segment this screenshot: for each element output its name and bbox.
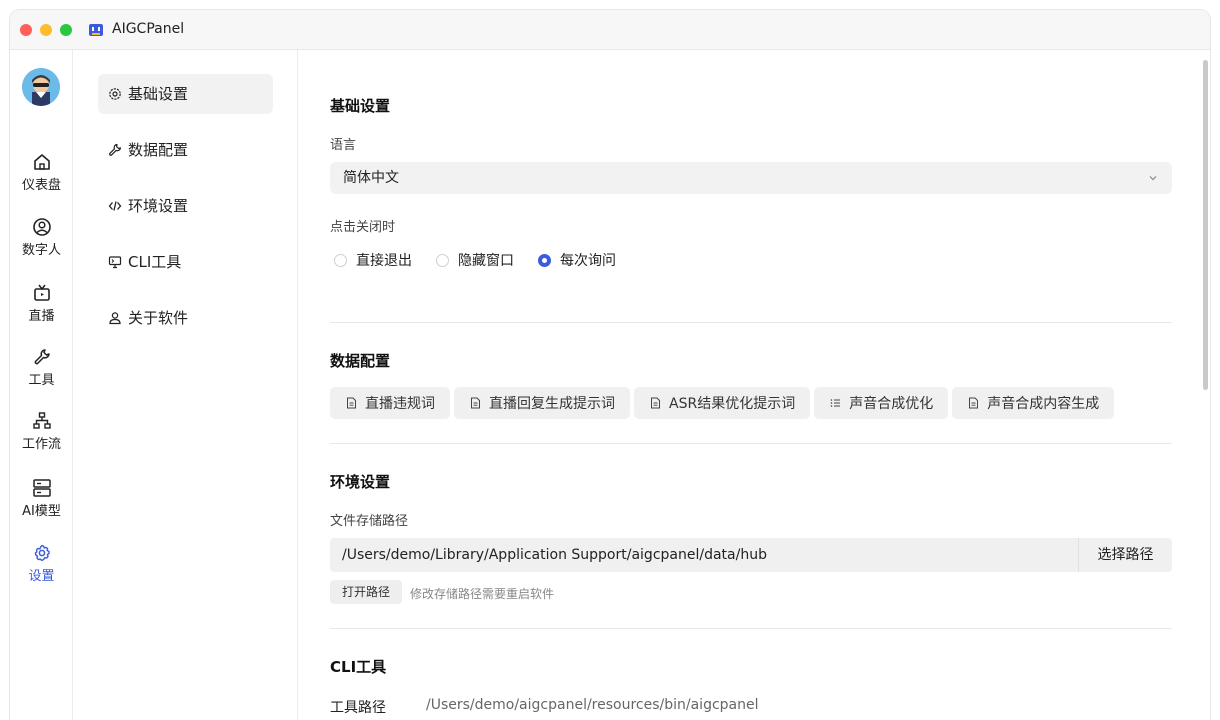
section-divider: [330, 628, 1172, 629]
chip-asr-optimize-prompt[interactable]: ASR结果优化提示词: [634, 387, 811, 419]
close-behavior-label: 点击关闭时: [330, 220, 396, 235]
app-logo-icon: [89, 24, 103, 36]
tv-icon: [33, 284, 50, 301]
choose-path-button[interactable]: 选择路径: [1078, 538, 1172, 572]
chip-label: 直播违规词: [365, 396, 435, 412]
rail-item-label: 直播: [28, 309, 55, 324]
restart-hint: 修改存储路径需要重启软件: [410, 587, 555, 601]
rail-item-digital-human[interactable]: 数字人: [10, 217, 73, 258]
chip-label: 直播回复生成提示词: [489, 396, 615, 412]
radio-hide-window[interactable]: 隐藏窗口: [436, 250, 514, 270]
file-icon: [347, 397, 356, 409]
minimize-window-button[interactable]: [40, 24, 52, 36]
chip-live-reply-prompt[interactable]: 直播回复生成提示词: [454, 387, 630, 419]
code-icon: [108, 201, 122, 211]
settings-content: 基础设置 语言 简体中文 点击关闭时 直接退出 隐藏窗口 每次询问 数据配置 直…: [298, 50, 1210, 720]
title-bar: AIGCPanel: [10, 10, 1210, 50]
rail-item-settings[interactable]: 设置: [10, 543, 73, 584]
storage-path-field[interactable]: /Users/demo/Library/Application Support/…: [330, 538, 1172, 572]
app-title: AIGCPanel: [112, 21, 185, 37]
close-window-button[interactable]: [20, 24, 32, 36]
rail-item-ai-models[interactable]: AI模型: [10, 478, 73, 519]
gear-icon: [109, 88, 121, 100]
chip-tts-optimize[interactable]: 声音合成优化: [814, 387, 949, 419]
section-divider: [330, 443, 1172, 444]
rail-item-label: 工作流: [21, 437, 61, 452]
radio-label: 每次询问: [560, 253, 616, 269]
maximize-window-button[interactable]: [60, 24, 72, 36]
chip-live-banned-words[interactable]: 直播违规词: [330, 387, 450, 419]
section-title-cli: CLI工具: [330, 658, 387, 676]
wrench-icon: [109, 143, 121, 156]
settings-nav-label: CLI工具: [128, 253, 182, 271]
language-value: 简体中文: [343, 170, 399, 186]
radio-circle: [436, 253, 449, 267]
storage-path-label: 文件存储路径: [330, 514, 409, 529]
user-icon: [109, 312, 121, 325]
gear-icon: [34, 544, 50, 562]
chevron-down-icon: [1149, 176, 1157, 181]
rail-item-label: 工具: [28, 373, 55, 388]
chip-label: ASR结果优化提示词: [669, 396, 796, 412]
settings-nav-label: 环境设置: [128, 197, 189, 215]
sitemap-icon: [32, 412, 51, 429]
rail-item-label: 设置: [28, 569, 55, 584]
home-icon: [33, 154, 50, 170]
scrollbar[interactable]: [1203, 60, 1208, 390]
section-divider: [330, 322, 1172, 323]
open-path-button[interactable]: 打开路径: [330, 580, 403, 604]
rail-item-dashboard[interactable]: 仪表盘: [10, 152, 73, 193]
file-icon: [969, 397, 979, 409]
wrench-icon: [34, 349, 50, 365]
file-icon: [471, 397, 480, 409]
settings-nav-label: 关于软件: [128, 309, 189, 327]
server-icon: [32, 479, 51, 497]
chip-tts-content-generate[interactable]: 声音合成内容生成: [952, 387, 1115, 419]
chip-label: 声音合成优化: [849, 396, 934, 412]
section-title-data: 数据配置: [330, 352, 391, 370]
storage-path-value: /Users/demo/Library/Application Support/…: [342, 547, 767, 563]
settings-nav-about[interactable]: 关于软件: [98, 298, 273, 338]
radio-ask-every-time[interactable]: 每次询问: [538, 250, 616, 270]
data-config-chips: 直播违规词 直播回复生成提示词 ASR结果优化提示词 声音合成优化 声音合成内容…: [330, 387, 1115, 419]
app-window: AIGCPanel 仪表盘 数字人 直播 工具 工作流 AI模型 设置 基础设置…: [10, 10, 1210, 720]
settings-nav: 基础设置 数据配置 环境设置 CLI工具 关于软件: [74, 50, 298, 720]
file-icon: [651, 397, 660, 409]
user-circle-icon: [32, 218, 51, 236]
avatar-image-icon: [22, 68, 60, 106]
radio-label: 直接退出: [356, 253, 412, 269]
main-nav-rail: 仪表盘 数字人 直播 工具 工作流 AI模型 设置: [10, 50, 73, 720]
section-title-env: 环境设置: [330, 473, 391, 491]
cli-tool-path-value: /Users/demo/aigcpanel/resources/bin/aigc…: [426, 697, 759, 713]
radio-circle-selected: [538, 253, 551, 267]
language-label: 语言: [330, 138, 357, 153]
settings-nav-cli[interactable]: CLI工具: [98, 242, 273, 282]
section-title-basic: 基础设置: [330, 97, 391, 115]
close-behavior-radio-group: 直接退出 隐藏窗口 每次询问: [334, 250, 640, 270]
radio-label: 隐藏窗口: [458, 253, 514, 269]
rail-item-tools[interactable]: 工具: [10, 347, 73, 388]
rail-item-live[interactable]: 直播: [10, 283, 73, 324]
monitor-icon: [108, 256, 122, 269]
settings-nav-data[interactable]: 数据配置: [98, 130, 273, 170]
settings-nav-label: 基础设置: [128, 85, 189, 103]
list-icon: [830, 399, 841, 407]
cli-tool-path-label: 工具路径: [330, 700, 386, 716]
rail-item-label: 数字人: [21, 243, 61, 258]
rail-item-workflow[interactable]: 工作流: [10, 411, 73, 452]
rail-item-label: 仪表盘: [21, 178, 61, 193]
radio-circle: [334, 253, 347, 267]
rail-item-label: AI模型: [22, 504, 61, 519]
radio-quit[interactable]: 直接退出: [334, 250, 412, 270]
settings-nav-basic[interactable]: 基础设置: [98, 74, 273, 114]
language-select[interactable]: 简体中文: [330, 162, 1172, 194]
settings-nav-label: 数据配置: [128, 141, 189, 159]
avatar[interactable]: [22, 68, 60, 106]
settings-nav-env[interactable]: 环境设置: [98, 186, 273, 226]
chip-label: 声音合成内容生成: [987, 396, 1100, 412]
